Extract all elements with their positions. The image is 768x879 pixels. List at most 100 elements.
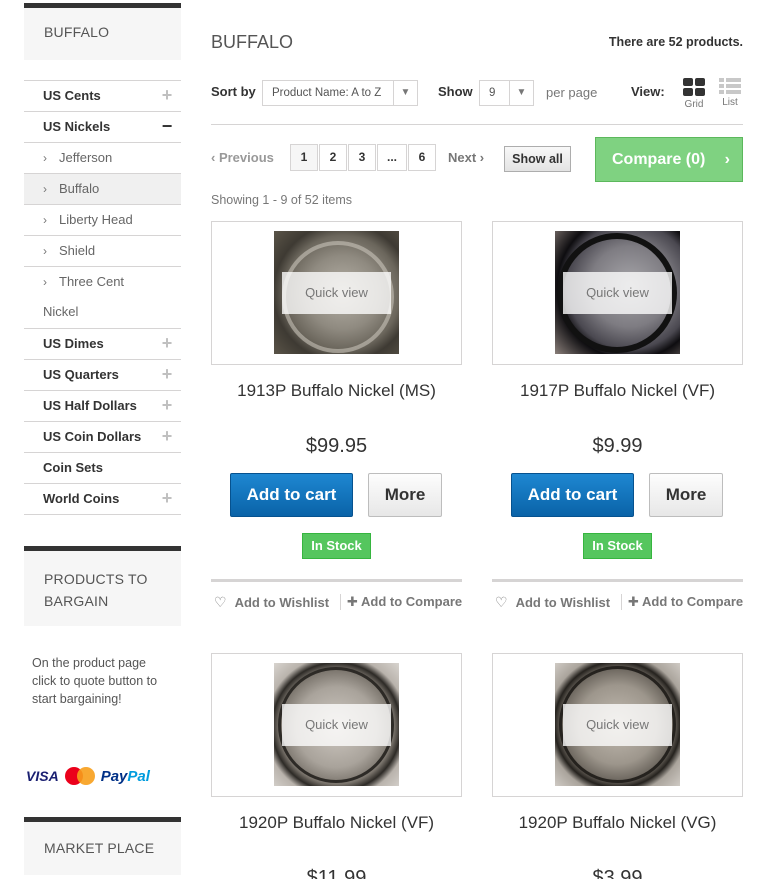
category-us-dimes[interactable]: US Dimes + <box>24 329 181 360</box>
per-page-select[interactable]: 9 ▼ <box>479 80 534 106</box>
product-name[interactable]: 1920P Buffalo Nickel (VG) <box>492 813 743 863</box>
previous-page-button[interactable]: ‹ Previous <box>211 150 274 165</box>
expand-icon[interactable]: + <box>153 422 181 452</box>
mastercard-logo <box>64 767 95 785</box>
product-actions: Add to cart More <box>211 473 462 517</box>
category-coin-sets[interactable]: Coin Sets <box>24 453 181 484</box>
plus-icon: ✚ <box>347 594 362 609</box>
page-1[interactable]: 1 <box>290 144 318 171</box>
chevron-right-icon: › <box>43 182 47 196</box>
per-page-value: 9 <box>489 87 496 99</box>
expand-icon[interactable]: + <box>153 81 181 111</box>
subcategory-liberty-head[interactable]: › Liberty Head <box>24 205 181 236</box>
product-card: Quick view 1920P Buffalo Nickel (VF) $11… <box>211 653 462 879</box>
expand-icon[interactable]: + <box>153 329 181 359</box>
grid-view-label: Grid <box>684 99 704 110</box>
product-name[interactable]: 1917P Buffalo Nickel (VF) <box>492 381 743 431</box>
payment-logos: VISA PayPal <box>24 766 181 786</box>
expand-icon[interactable]: + <box>153 391 181 421</box>
category-label: Coin Sets <box>43 460 103 475</box>
subcategory-label: Shield <box>59 243 96 258</box>
add-to-cart-button[interactable]: Add to cart <box>230 473 353 517</box>
add-to-compare-link[interactable]: ✚ Add to Compare <box>621 594 743 610</box>
product-functional-buttons: ♡ Add to Wishlist ✚ Add to Compare <box>492 579 743 611</box>
category-label: US Nickels <box>43 119 111 134</box>
chevron-right-icon: › <box>724 151 730 168</box>
add-to-wishlist-link[interactable]: ♡ Add to Wishlist <box>495 594 610 611</box>
subcategory-jefferson[interactable]: › Jefferson <box>24 143 181 174</box>
left-sidebar: BUFFALO US Cents + US Nickels − › Jeffers… <box>24 3 181 875</box>
list-view-label: List <box>722 97 738 108</box>
subcategory-label: Three Cent <box>59 274 125 289</box>
category-world-coins[interactable]: World Coins + <box>24 484 181 515</box>
category-label: US Half Dollars <box>43 398 137 413</box>
sort-label: Sort by <box>211 84 256 99</box>
product-image-box[interactable]: Quick view <box>211 653 462 797</box>
chevron-right-icon: › <box>43 151 47 165</box>
product-card: Quick view 1920P Buffalo Nickel (VG) $3.… <box>492 653 743 879</box>
next-page-button[interactable]: Next › <box>448 150 484 165</box>
page-3[interactable]: 3 <box>348 144 376 171</box>
quick-view-button[interactable]: Quick view <box>282 704 391 746</box>
product-image-box[interactable]: Quick view <box>211 221 462 365</box>
expand-icon[interactable]: + <box>153 360 181 390</box>
quick-view-button[interactable]: Quick view <box>563 272 672 314</box>
show-all-button[interactable]: Show all <box>504 146 571 172</box>
product-image-box[interactable]: Quick view <box>492 653 743 797</box>
category-us-quarters[interactable]: US Quarters + <box>24 360 181 391</box>
product-card: Quick view 1913P Buffalo Nickel (MS) $99… <box>211 221 462 611</box>
heart-icon: ♡ <box>214 594 227 610</box>
category-label: US Quarters <box>43 367 119 382</box>
compare-button[interactable]: Compare (0) › <box>595 137 743 182</box>
add-to-wishlist-link[interactable]: ♡ Add to Wishlist <box>214 594 329 611</box>
category-us-cents[interactable]: US Cents + <box>24 81 181 112</box>
sort-select[interactable]: Product Name: A to Z ▼ <box>262 80 418 106</box>
product-price: $9.99 <box>592 435 643 457</box>
category-us-coin-dollars[interactable]: US Coin Dollars + <box>24 422 181 453</box>
page-ellipsis: ... <box>377 144 407 171</box>
product-count: There are 52 products. <box>608 35 743 49</box>
category-us-nickels[interactable]: US Nickels − <box>24 112 181 143</box>
product-price: $11.99 <box>306 867 367 879</box>
category-label: US Cents <box>43 88 101 103</box>
in-stock-badge: In Stock <box>302 533 371 559</box>
product-card: Quick view 1917P Buffalo Nickel (VF) $9.… <box>492 221 743 611</box>
collapse-icon[interactable]: − <box>153 112 181 142</box>
product-name[interactable]: 1920P Buffalo Nickel (VF) <box>211 813 462 863</box>
chevron-right-icon: › <box>43 275 47 289</box>
bargain-block-title: PRODUCTS TO BARGAIN <box>24 546 181 626</box>
more-button[interactable]: More <box>368 473 442 517</box>
sort-toolbar: Sort by Product Name: A to Z ▼ Show 9 ▼ … <box>211 78 743 125</box>
add-to-compare-link[interactable]: ✚ Add to Compare <box>340 594 462 610</box>
product-image-box[interactable]: Quick view <box>492 221 743 365</box>
heart-icon: ♡ <box>495 594 508 610</box>
show-label: Show <box>438 84 473 99</box>
more-button[interactable]: More <box>649 473 723 517</box>
chevron-left-icon: ‹ <box>211 150 219 165</box>
expand-icon[interactable]: + <box>153 484 181 514</box>
page-2[interactable]: 2 <box>319 144 347 171</box>
quick-view-button[interactable]: Quick view <box>282 272 391 314</box>
grid-view-button[interactable]: Grid <box>681 78 707 110</box>
paypal-logo: PayPal <box>100 767 150 785</box>
subcategory-three-cent-nickel[interactable]: › Three Cent Nickel <box>24 267 181 329</box>
product-name[interactable]: 1913P Buffalo Nickel (MS) <box>211 381 462 431</box>
dropdown-arrow-icon: ▼ <box>509 81 533 105</box>
chevron-right-icon: › <box>476 150 485 165</box>
in-stock-badge: In Stock <box>583 533 652 559</box>
page-6[interactable]: 6 <box>408 144 436 171</box>
subcategory-label-line2: Nickel <box>43 304 79 319</box>
product-price: $3.99 <box>592 867 643 879</box>
list-view-button[interactable]: List <box>717 78 743 108</box>
product-price: $99.95 <box>305 435 368 457</box>
showing-items-text: Showing 1 - 9 of 52 items <box>211 193 353 207</box>
view-label: View: <box>631 84 665 99</box>
subcategory-buffalo[interactable]: › Buffalo <box>24 174 181 205</box>
visa-logo: VISA <box>26 768 59 784</box>
quick-view-button[interactable]: Quick view <box>563 704 672 746</box>
subcategory-label: Jefferson <box>59 150 113 165</box>
bargain-description: On the product page click to quote butto… <box>32 656 158 706</box>
category-us-half-dollars[interactable]: US Half Dollars + <box>24 391 181 422</box>
subcategory-shield[interactable]: › Shield <box>24 236 181 267</box>
add-to-cart-button[interactable]: Add to cart <box>511 473 634 517</box>
